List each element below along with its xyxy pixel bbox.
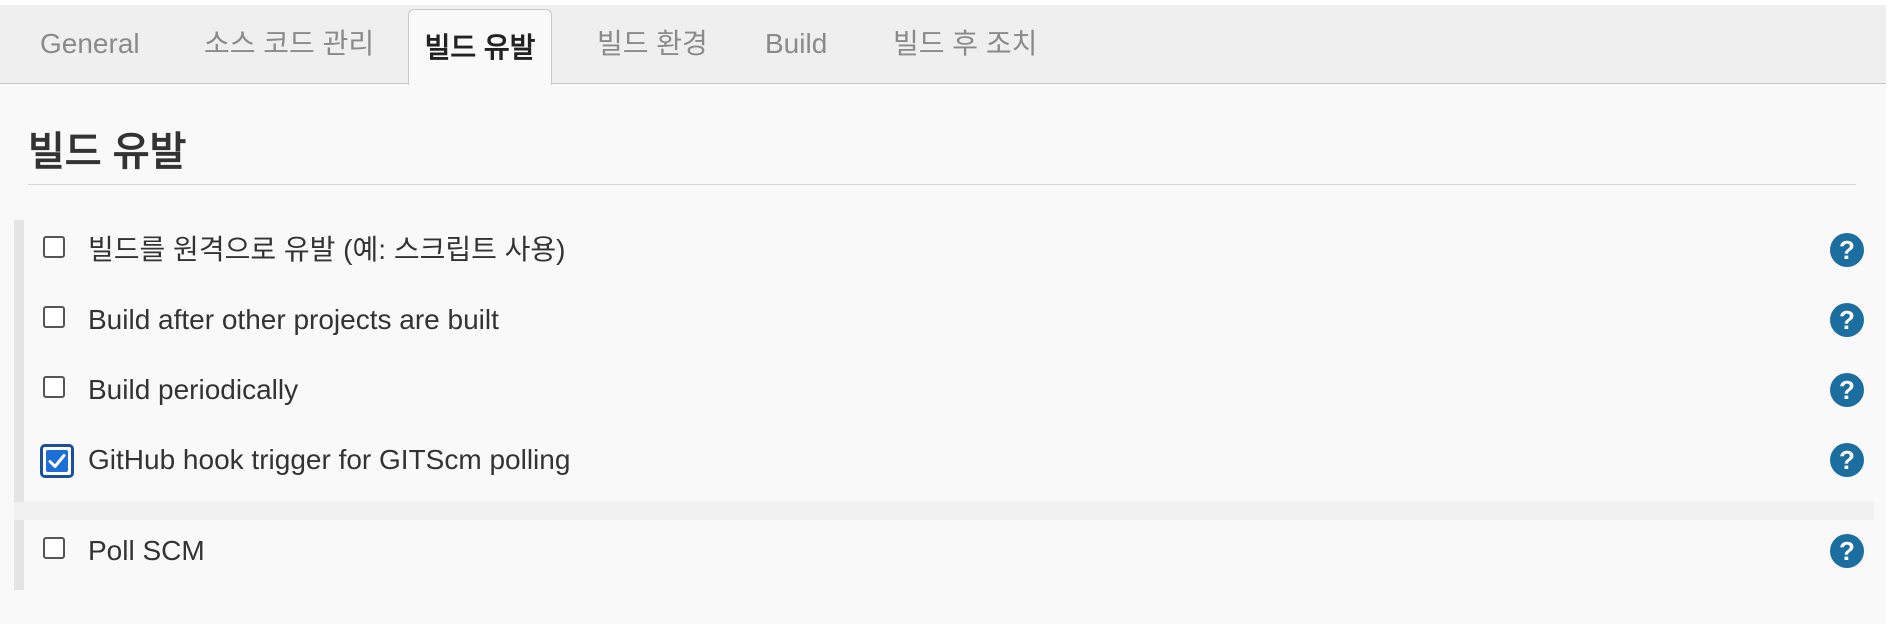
option-label[interactable]: 빌드를 원격으로 유발 (예: 스크립트 사용) <box>88 220 566 280</box>
config-tab-bar: General 소스 코드 관리 빌드 유발 빌드 환경 Build 빌드 후 … <box>0 5 1886 85</box>
option-github-hook-trigger: GitHub hook trigger for GITScm polling ? <box>24 430 1874 490</box>
section-title: 빌드 유발 <box>28 130 187 174</box>
option-build-after-other-projects: Build after other projects are built ? <box>24 290 1874 350</box>
tab-build[interactable]: Build <box>765 5 827 83</box>
option-label[interactable]: Build periodically <box>88 360 298 420</box>
nested-config-band <box>14 502 1874 520</box>
tab-general[interactable]: General <box>40 5 140 83</box>
question-circle-icon[interactable]: ? <box>1830 373 1864 407</box>
option-label[interactable]: Poll SCM <box>88 521 205 581</box>
checkbox-trigger-remotely[interactable] <box>43 236 65 258</box>
option-label[interactable]: GitHub hook trigger for GITScm polling <box>88 430 570 490</box>
checkbox-poll-scm[interactable] <box>43 537 65 559</box>
tab-source-code-management[interactable]: 소스 코드 관리 <box>204 5 374 83</box>
checkmark-icon <box>46 450 68 472</box>
option-trigger-remotely: 빌드를 원격으로 유발 (예: 스크립트 사용) ? <box>24 220 1874 280</box>
option-build-periodically: Build periodically ? <box>24 360 1874 420</box>
tab-post-build-actions[interactable]: 빌드 후 조치 <box>893 5 1037 83</box>
tab-build-triggers[interactable]: 빌드 유발 <box>408 9 552 85</box>
section-divider <box>28 184 1856 185</box>
question-circle-icon[interactable]: ? <box>1830 233 1864 267</box>
question-circle-icon[interactable]: ? <box>1830 303 1864 337</box>
checkbox-build-periodically[interactable] <box>43 376 65 398</box>
tab-build-environment[interactable]: 빌드 환경 <box>597 5 708 83</box>
option-poll-scm: Poll SCM ? <box>24 521 1874 581</box>
option-label[interactable]: Build after other projects are built <box>88 290 499 350</box>
question-circle-icon[interactable]: ? <box>1830 443 1864 477</box>
checkbox-build-after-other-projects[interactable] <box>43 306 65 328</box>
checkbox-github-hook-trigger[interactable] <box>40 444 74 478</box>
question-circle-icon[interactable]: ? <box>1830 534 1864 568</box>
